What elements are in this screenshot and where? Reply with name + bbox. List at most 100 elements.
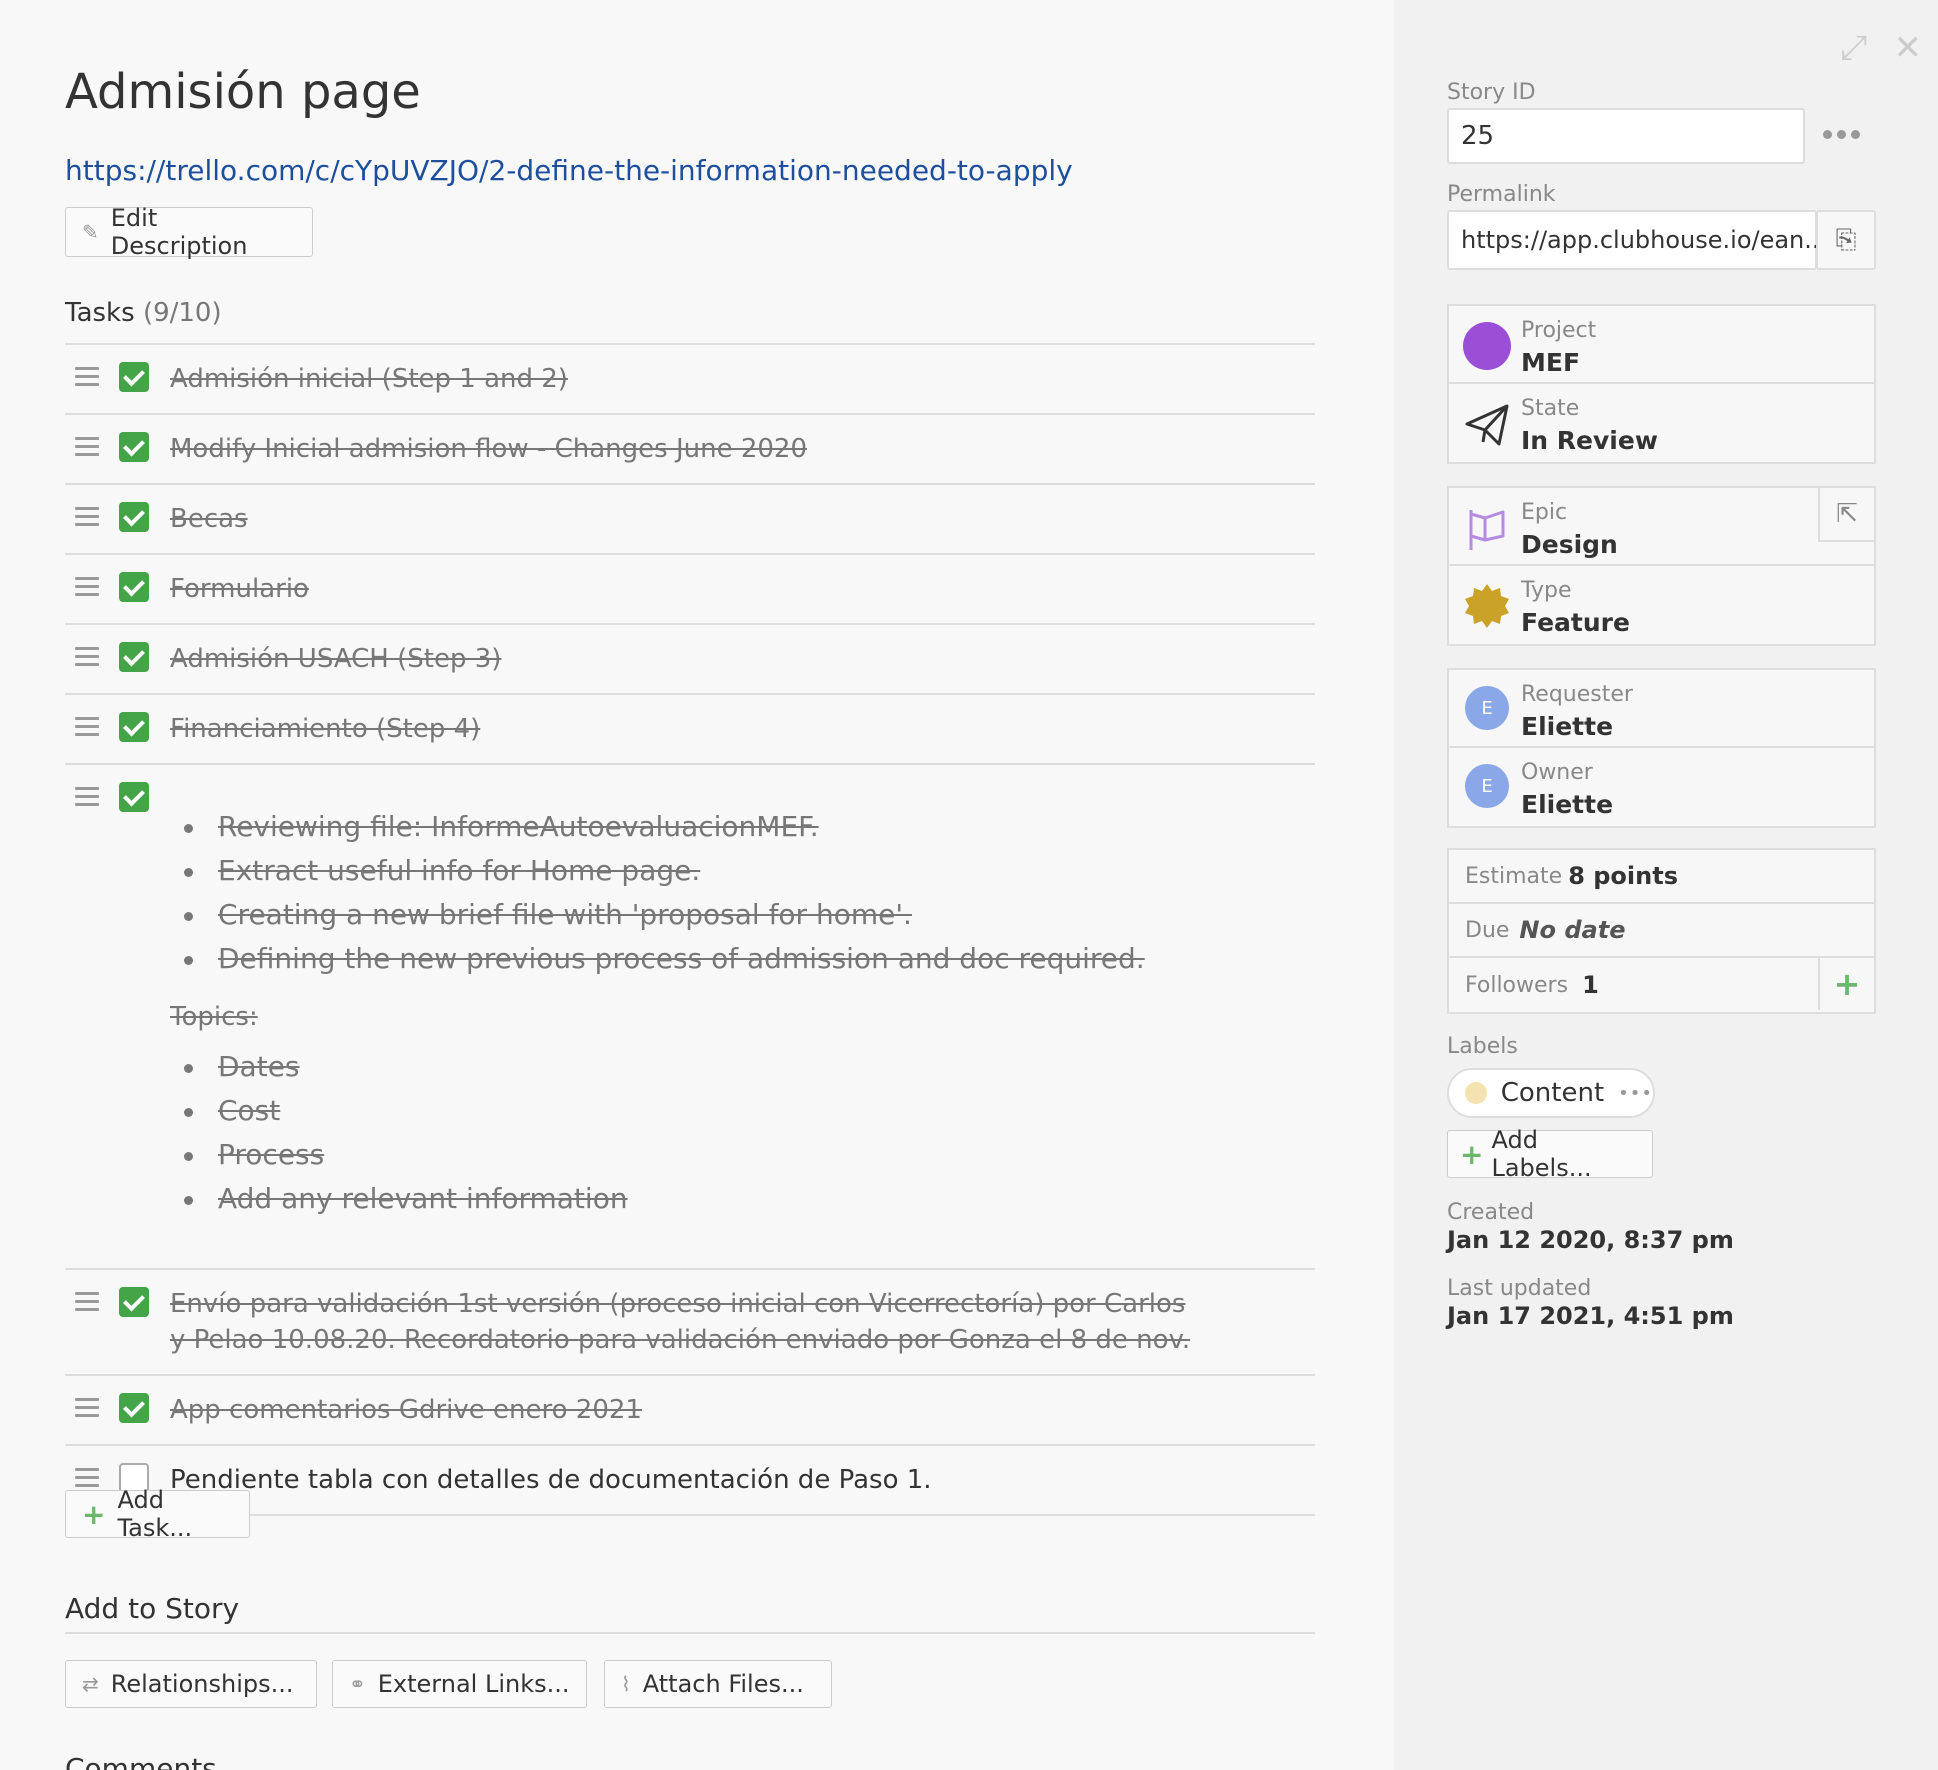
permalink-field[interactable]: https://app.clubhouse.io/ean... (1447, 210, 1827, 270)
list-item: Creating a new brief file with 'proposal… (184, 893, 1315, 937)
drag-handle-icon[interactable] (75, 367, 99, 387)
drag-handle-icon[interactable] (75, 437, 99, 457)
task-text[interactable]: Admisión inicial (Step 1 and 2) (65, 345, 1315, 413)
task-checkbox[interactable] (119, 502, 149, 532)
updated-label: Last updated (1447, 1276, 1592, 1301)
swap-arrows-icon: ⇄ (82, 1672, 99, 1696)
created-label: Created (1447, 1200, 1535, 1225)
add-labels-button[interactable]: + Add Labels... (1447, 1126, 1653, 1182)
label-more-icon[interactable]: ••• (1618, 1083, 1653, 1104)
list-item: Process (184, 1133, 1315, 1177)
task-text[interactable]: Modify Inicial admision flow - Changes J… (65, 415, 1315, 483)
project-state-box: Project MEF State In Review (1447, 304, 1876, 464)
task-row[interactable]: Admisión USACH (Step 3) (65, 625, 1315, 695)
task-text[interactable]: Financiamiento (Step 4) (65, 695, 1315, 763)
drag-handle-icon[interactable] (75, 1398, 99, 1418)
plus-icon: + (82, 1497, 106, 1531)
project-value: MEF (1521, 348, 1581, 377)
epic-value: Design (1521, 530, 1618, 559)
epic-label: Epic (1521, 500, 1568, 525)
list-item: Add any relevant information (184, 1177, 1315, 1221)
state-row[interactable]: State In Review (1449, 384, 1874, 462)
people-box: E Requester Eliette E Owner Eliette (1447, 668, 1876, 828)
relationships-button[interactable]: ⇄ Relationships... (65, 1660, 317, 1708)
task-text[interactable]: Pendiente tabla con detalles de document… (65, 1446, 1315, 1514)
followers-label: Followers (1465, 972, 1569, 998)
task-row[interactable]: Envío para validación 1st versión (proce… (65, 1270, 1315, 1376)
state-value: In Review (1521, 426, 1658, 455)
task-checkbox[interactable] (119, 572, 149, 602)
add-task-button[interactable]: + Add Task... (65, 1486, 250, 1542)
owner-label: Owner (1521, 760, 1593, 785)
due-value: No date (1519, 916, 1626, 944)
due-label: Due (1465, 917, 1510, 943)
task-row[interactable]: App comentarios Gdrive enero 2021 (65, 1376, 1315, 1446)
task-text[interactable]: Becas (65, 485, 1315, 553)
external-links-button[interactable]: ⚭ External Links... (332, 1660, 587, 1708)
topics-list: Dates Cost Process Add any relevant info… (184, 1045, 1315, 1221)
estimate-row[interactable]: Estimate 8 points (1449, 850, 1874, 904)
task-row[interactable]: Pendiente tabla con detalles de document… (65, 1446, 1315, 1516)
more-options-icon[interactable] (1823, 130, 1860, 139)
expand-icon[interactable]: ⤢ (1840, 28, 1867, 68)
task-text[interactable]: Admisión USACH (Step 3) (65, 625, 1315, 693)
type-label: Type (1521, 578, 1572, 603)
drag-handle-icon[interactable] (75, 647, 99, 667)
drag-handle-icon[interactable] (75, 1468, 99, 1488)
external-link-icon[interactable]: ⇱ (1818, 488, 1874, 542)
task-text[interactable]: Reviewing file: InformeAutoevaluacionMEF… (65, 765, 1315, 1245)
relationships-label: Relationships... (110, 1670, 294, 1698)
state-label: State (1521, 396, 1580, 421)
followers-row[interactable]: Followers 1 + (1449, 958, 1874, 1012)
task-checkbox[interactable] (119, 782, 149, 812)
tasks-heading-label: Tasks (65, 298, 135, 328)
close-icon[interactable]: ✕ (1894, 28, 1923, 68)
task-text[interactable]: Envío para validación 1st versión (proce… (65, 1270, 1315, 1374)
flag-icon (1469, 510, 1505, 550)
requester-value: Eliette (1521, 712, 1614, 741)
task-row-detailed[interactable]: Reviewing file: InformeAutoevaluacionMEF… (65, 765, 1315, 1270)
task-row[interactable]: Financiamiento (Step 4) (65, 695, 1315, 765)
drag-handle-icon[interactable] (75, 787, 99, 807)
task-checkbox[interactable] (119, 1287, 149, 1317)
label-tag[interactable]: Content ••• (1447, 1068, 1655, 1118)
edit-description-button[interactable]: ✎ Edit Description (65, 204, 313, 260)
epic-type-box: Epic Design ⇱ Type Feature (1447, 486, 1876, 646)
task-checkbox[interactable] (119, 712, 149, 742)
owner-row[interactable]: E Owner Eliette (1449, 748, 1874, 826)
task-row[interactable]: Becas (65, 485, 1315, 555)
task-row[interactable]: Modify Inicial admision flow - Changes J… (65, 415, 1315, 485)
requester-label: Requester (1521, 682, 1633, 707)
project-color-icon (1463, 322, 1511, 370)
project-label: Project (1521, 318, 1597, 343)
task-text[interactable]: App comentarios Gdrive enero 2021 (65, 1376, 1315, 1444)
drag-handle-icon[interactable] (75, 577, 99, 597)
description-link[interactable]: https://trello.com/c/cYpUVZJO/2-define-t… (65, 154, 1073, 187)
story-id-field[interactable]: 25 (1447, 108, 1805, 164)
story-title[interactable]: Admisión page (65, 64, 421, 120)
task-checkbox[interactable] (119, 1393, 149, 1423)
task-row[interactable]: Formulario (65, 555, 1315, 625)
drag-handle-icon[interactable] (75, 1292, 99, 1312)
copy-icon[interactable]: ⎘ (1816, 210, 1876, 270)
task-row[interactable]: Admisión inicial (Step 1 and 2) (65, 345, 1315, 415)
attach-files-button[interactable]: ⌇ Attach Files... (604, 1660, 832, 1708)
task-bullet-list: Reviewing file: InformeAutoevaluacionMEF… (184, 805, 1315, 981)
task-checkbox[interactable] (119, 432, 149, 462)
avatar: E (1465, 686, 1509, 730)
add-follower-icon[interactable]: + (1818, 958, 1874, 1010)
task-checkbox[interactable] (119, 362, 149, 392)
type-row[interactable]: Type Feature (1449, 566, 1874, 644)
epic-row[interactable]: Epic Design ⇱ (1449, 488, 1874, 566)
requester-row[interactable]: E Requester Eliette (1449, 670, 1874, 748)
drag-handle-icon[interactable] (75, 507, 99, 527)
task-text[interactable]: Formulario (65, 555, 1315, 623)
created-value: Jan 12 2020, 8:37 pm (1447, 1226, 1734, 1254)
drag-handle-icon[interactable] (75, 717, 99, 737)
due-row[interactable]: Due No date (1449, 904, 1874, 958)
task-checkbox[interactable] (119, 642, 149, 672)
paper-plane-icon (1465, 404, 1509, 446)
project-row[interactable]: Project MEF (1449, 306, 1874, 384)
list-item: Cost (184, 1089, 1315, 1133)
permalink-label: Permalink (1447, 182, 1556, 207)
